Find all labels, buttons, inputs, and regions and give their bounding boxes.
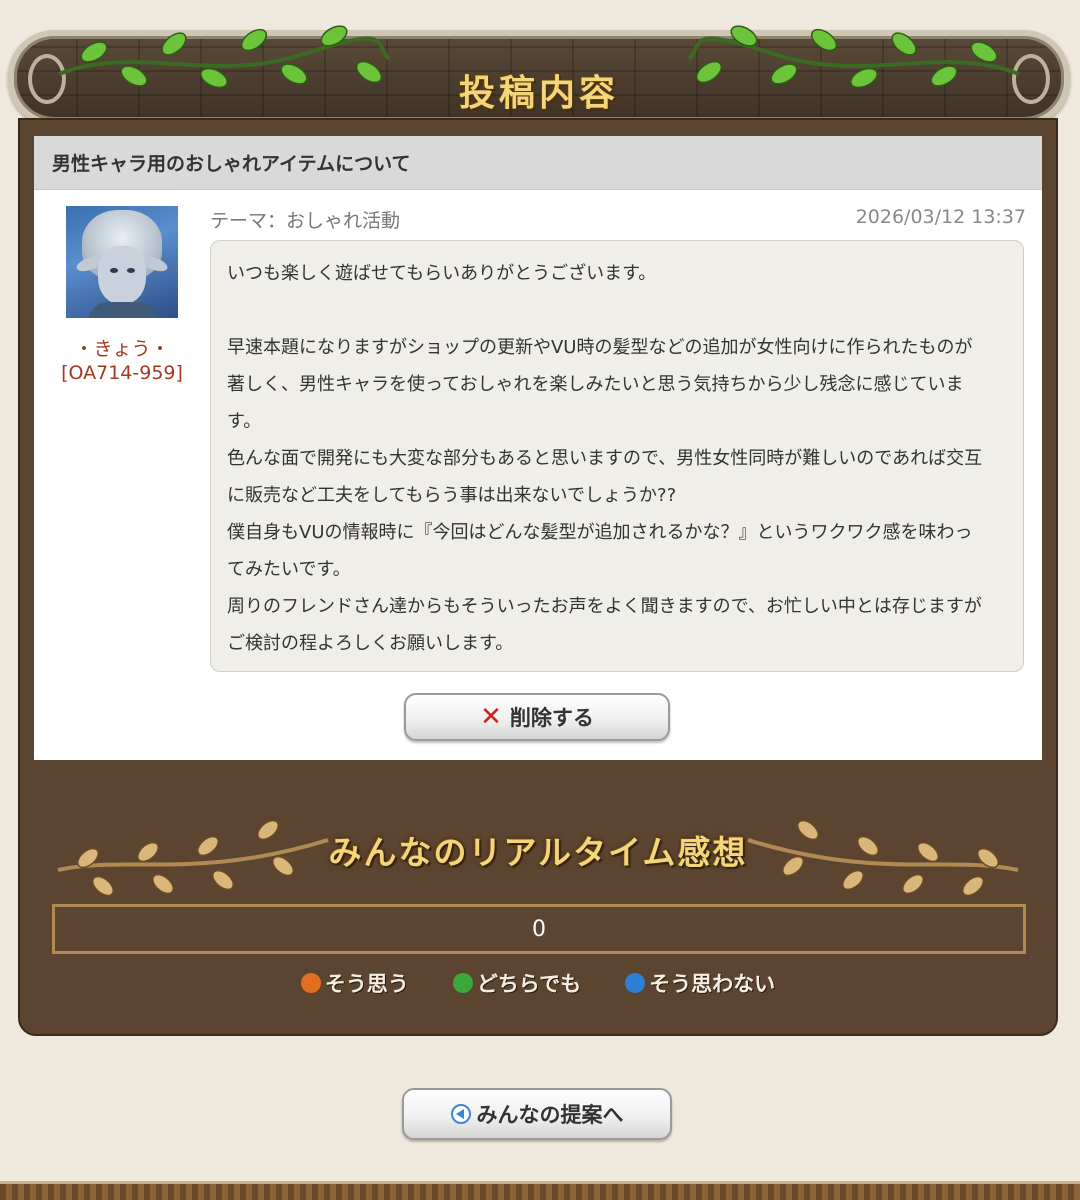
delete-button[interactable]: ✕ 削除する	[404, 693, 670, 741]
post-body-line: いつも楽しく遊ばせてもらいありがとうございます。	[227, 263, 657, 284]
realtime-count: 0	[532, 916, 546, 942]
blue-dot-icon	[625, 973, 646, 993]
orange-dot-icon	[300, 973, 321, 993]
legend-item-disagree: そう思わない	[625, 968, 775, 998]
avatar[interactable]	[66, 206, 178, 318]
post-body-line: す。	[227, 411, 262, 432]
realtime-legend: そう思う どちらでも そう思わない	[20, 968, 1056, 998]
post-theme: テーマ：おしゃれ活動	[210, 210, 401, 232]
post-body-line: 周りのフレンドさん達からもそういったお声をよく聞きますので、お忙しい中とは存じま…	[227, 596, 982, 617]
legend-label: どちらでも	[476, 972, 582, 996]
legend-label: そう思う	[324, 972, 409, 996]
post-body: いつも楽しく遊ばせてもらいありがとうございます。 早速本題になりますがショップの…	[210, 240, 1024, 672]
post-body-line: 著しく、男性キャラを使っておしゃれを楽しみたいと思う気持ちから少し残念に感じてい…	[227, 374, 964, 395]
arrow-left-circle-icon	[450, 1104, 471, 1124]
header-banner: 投稿内容	[8, 25, 1070, 126]
realtime-title: みんなのリアルタイム感想	[328, 833, 748, 872]
post-card: 男性キャラ用のおしゃれアイテムについて ・きょう・ [OA714-959] テー…	[34, 136, 1042, 760]
post-body-blank-line	[227, 292, 1007, 329]
legend-label: そう思わない	[649, 972, 776, 996]
author-id[interactable]: [OA714-959]	[34, 362, 210, 384]
post-title: 男性キャラ用のおしゃれアイテムについて	[52, 153, 411, 175]
back-to-proposals-button[interactable]: みんなの提案へ	[402, 1088, 672, 1140]
footer-strip	[0, 1181, 1080, 1200]
close-x-icon: ✕	[480, 702, 502, 732]
page-title: 投稿内容	[458, 73, 619, 114]
author-name[interactable]: ・きょう・	[34, 334, 210, 361]
post-date: 2026/03/12 13:37	[855, 206, 1026, 228]
post-body-line: に販売など工夫をしてもらう事は出来ないでしょうか??	[227, 485, 677, 506]
post-body-line: 色んな面で開発にも大変な部分もあると思いますので、男性女性同時が難しいのであれば…	[227, 448, 983, 469]
post-title-bar: 男性キャラ用のおしゃれアイテムについて	[34, 136, 1042, 190]
post-body-line: 僕自身もVUの情報時に『今回はどんな髪型が追加されるかな？』というワクワク感を味…	[227, 522, 973, 543]
legend-item-neutral: どちらでも	[452, 968, 582, 998]
post-body-line: ご検討の程よろしくお願いします。	[227, 633, 514, 654]
post-body-line: てみたいです。	[227, 559, 351, 580]
main-panel: 男性キャラ用のおしゃれアイテムについて ・きょう・ [OA714-959] テー…	[18, 118, 1058, 1036]
post-body-line: 早速本題になりますがショップの更新やVU時の髪型などの追加が女性向けに作られたも…	[227, 337, 973, 358]
delete-button-label: 削除する	[509, 706, 594, 730]
realtime-count-box: 0	[52, 904, 1026, 954]
back-button-label: みんなの提案へ	[476, 1103, 624, 1127]
green-dot-icon	[452, 973, 473, 993]
legend-item-agree: そう思う	[300, 968, 409, 998]
